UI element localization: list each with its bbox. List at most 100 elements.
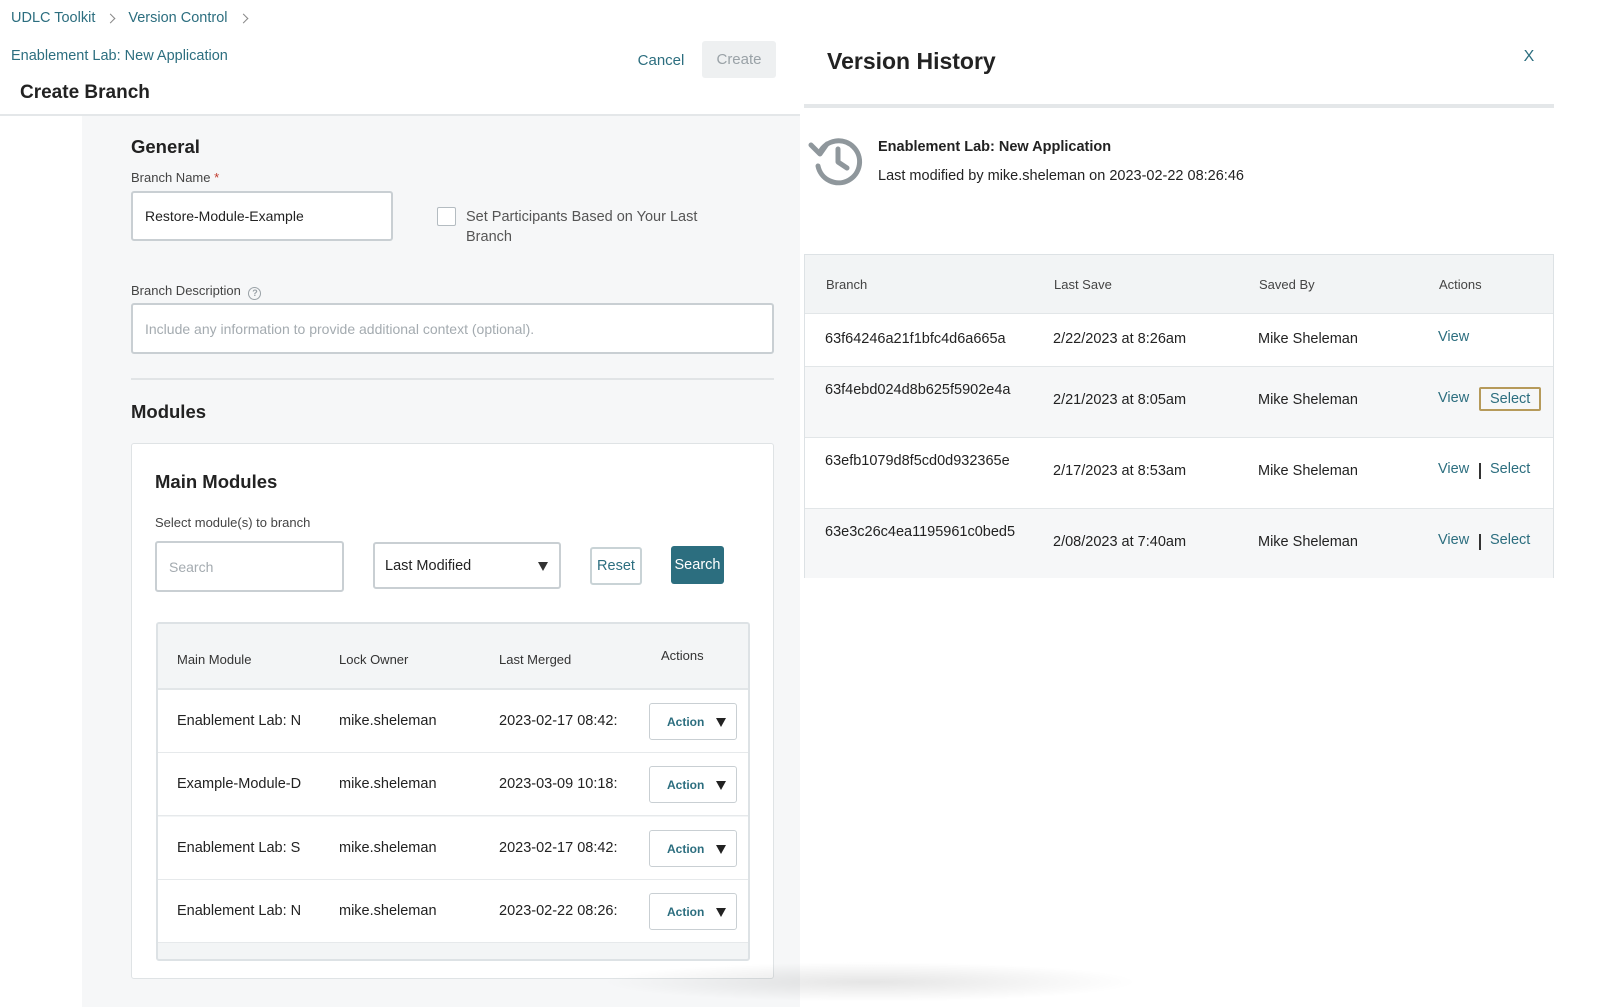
last-merged-cell: 2023-02-17 08:42: [499,713,618,729]
lock-owner-cell: mike.sheleman [339,903,437,919]
last-save-cell: 2/08/2023 at 7:40am [1053,534,1187,550]
select-link[interactable]: Select [1490,461,1530,477]
breadcrumb-version-control[interactable]: Version Control [128,10,227,26]
version-history-table: Branch Last Save Saved By Actions 63f642… [804,254,1554,578]
sort-select[interactable]: Last Modified [373,542,561,589]
saved-by-cell: Mike Sheleman [1258,331,1358,347]
panel-shadow [600,962,1140,1002]
column-header-main-module: Main Module [177,652,252,667]
action-dropdown-label: Action [667,905,705,919]
module-name-cell: Enablement Lab: N [177,903,301,919]
caret-down-icon [716,781,726,790]
module-search-input[interactable] [155,541,344,592]
chevron-right-icon [105,13,116,23]
history-icon [808,138,863,186]
select-modules-hint: Select module(s) to branch [155,515,311,530]
branch-description-label-text: Branch Description [131,283,241,298]
saved-by-cell: Mike Sheleman [1258,463,1358,479]
table-row: 63efb1079d8f5cd0d932365e 2/17/2023 at 8:… [805,437,1553,508]
column-header-last-merged: Last Merged [499,652,572,667]
participants-checkbox-label: Set Participants Based on Your Last Bran… [466,209,698,245]
action-dropdown-label: Action [667,715,705,729]
table-row: 63f4ebd024d8b625f5902e4a 2/21/2023 at 8:… [805,366,1553,437]
reset-button[interactable]: Reset [590,547,642,585]
caret-down-icon [716,845,726,854]
table-row: Enablement Lab: N mike.sheleman 2023-02-… [158,690,748,753]
caret-down-icon [716,718,726,727]
branch-name-label: Branch Name * [131,170,219,185]
view-link[interactable]: View [1438,461,1469,477]
view-link[interactable]: View [1438,390,1469,406]
last-save-cell: 2/22/2023 at 8:26am [1053,331,1187,347]
application-link[interactable]: Enablement Lab: New Application [11,48,228,64]
branch-id-cell: 63f64246a21f1bfc4d6a665a [825,331,1006,347]
table-header: Branch Last Save Saved By Actions [805,255,1553,313]
last-save-cell: 2/17/2023 at 8:53am [1053,463,1187,479]
required-asterisk: * [214,170,220,185]
history-last-modified: Last modified by mike.sheleman on 2023-0… [878,168,1244,184]
main-modules-table: Main Module Lock Owner Last Merged Actio… [156,622,750,961]
participants-checkbox[interactable] [437,207,456,226]
action-dropdown[interactable]: Action [649,766,737,803]
saved-by-cell: Mike Sheleman [1258,534,1358,550]
view-link[interactable]: View [1438,532,1469,548]
module-name-cell: Example-Module-D [177,776,301,792]
column-header-actions: Actions [661,648,704,663]
main-modules-panel: Main Modules Select module(s) to branch … [131,443,774,979]
last-merged-cell: 2023-03-09 10:18: [499,776,618,792]
action-dropdown-label: Action [667,842,705,856]
table-row: Enablement Lab: S mike.sheleman 2023-02-… [158,817,748,880]
action-separator [1479,534,1481,550]
column-header-branch: Branch [826,277,868,292]
column-header-actions: Actions [1439,277,1482,292]
sort-select-value: Last Modified [385,558,472,574]
table-row: Example-Module-D mike.sheleman 2023-03-0… [158,753,748,816]
action-dropdown[interactable]: Action [649,703,737,740]
branch-id-cell: 63e3c26c4ea1195961c0bed5 [825,524,1016,540]
version-history-title: Version History [827,48,996,74]
branch-id-cell: 63efb1079d8f5cd0d932365e [825,453,1010,469]
action-separator [1479,463,1481,479]
main-modules-title: Main Modules [155,471,278,492]
lock-owner-cell: mike.sheleman [339,713,437,729]
general-section-title: General [131,136,200,157]
table-row: 63f64246a21f1bfc4d6a665a 2/22/2023 at 8:… [805,313,1553,366]
branch-name-label-text: Branch Name [131,170,211,185]
version-history-divider [804,104,1554,108]
help-icon[interactable]: ? [248,287,262,300]
select-link[interactable]: Select [1479,387,1542,411]
modules-section-title: Modules [131,401,207,422]
section-divider [131,378,774,380]
page-title: Create Branch [20,82,150,103]
lock-owner-cell: mike.sheleman [339,776,437,792]
create-button[interactable]: Create [702,41,776,78]
branch-description-input[interactable] [131,303,774,354]
version-history-panel: Version History X Enablement Lab: New Ap… [800,0,1607,1007]
breadcrumb-udlc-toolkit[interactable]: UDLC Toolkit [11,10,95,26]
last-merged-cell: 2023-02-17 08:42: [499,840,618,856]
select-link[interactable]: Select [1490,532,1530,548]
cancel-button[interactable]: Cancel [626,42,696,78]
table-row: 63e3c26c4ea1195961c0bed5 2/08/2023 at 7:… [805,508,1553,578]
create-branch-pane: UDLC Toolkit Version Control Enablement … [0,0,800,1007]
column-header-last-save: Last Save [1054,277,1112,292]
module-name-cell: Enablement Lab: S [177,840,301,856]
caret-down-icon [716,908,726,917]
search-button[interactable]: Search [671,546,724,584]
caret-down-icon [538,562,548,571]
action-dropdown[interactable]: Action [649,830,737,867]
view-link[interactable]: View [1438,329,1469,345]
action-dropdown[interactable]: Action [649,893,737,930]
branch-name-input[interactable] [131,191,393,241]
chevron-right-icon [238,13,248,23]
saved-by-cell: Mike Sheleman [1258,392,1358,408]
table-header: Main Module Lock Owner Last Merged Actio… [158,624,748,690]
branch-id-cell: 63f4ebd024d8b625f5902e4a [825,382,1011,398]
close-icon[interactable]: X [1520,48,1538,68]
column-header-saved-by: Saved By [1259,277,1315,292]
table-row: Enablement Lab: N mike.sheleman 2023-02-… [158,880,748,943]
left-gutter [0,116,82,1007]
column-header-lock-owner: Lock Owner [339,652,409,667]
branch-description-label: Branch Description ? [131,283,262,300]
last-save-cell: 2/21/2023 at 8:05am [1053,392,1187,408]
